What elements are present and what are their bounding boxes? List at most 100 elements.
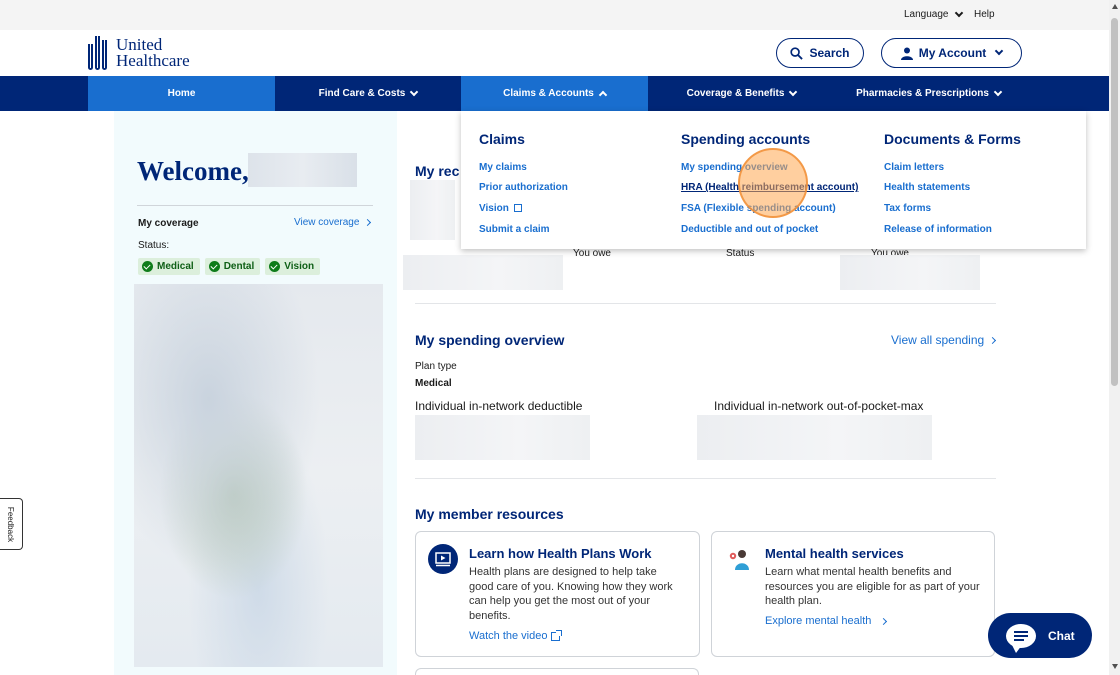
- scroll-up-arrow-icon[interactable]: [1112, 4, 1118, 9]
- nav-find-care-label: Find Care & Costs: [318, 88, 406, 99]
- redacted-claim-block: [410, 180, 455, 240]
- video-icon: [428, 544, 458, 574]
- check-circle-icon: [142, 261, 153, 272]
- dropdown-link-release-info[interactable]: Release of information: [884, 219, 1021, 240]
- card-title: Learn how Health Plans Work: [469, 546, 652, 561]
- chevron-up-icon: [598, 90, 608, 100]
- coverage-sidebar: Welcome, My coverage View coverage Statu…: [114, 111, 397, 675]
- nav-claims-label: Claims & Accounts: [503, 88, 594, 99]
- badge-label: Medical: [157, 261, 194, 272]
- coverage-badges: Medical Dental Vision: [138, 258, 321, 275]
- link-label: Deductible and out of pocket: [681, 223, 819, 235]
- view-all-spending-link[interactable]: View all spending: [891, 333, 997, 347]
- my-coverage-label: My coverage: [138, 218, 199, 229]
- dropdown-column-documents: Documents & Forms Claim letters Health s…: [884, 131, 1021, 239]
- nav-coverage-benefits[interactable]: Coverage & Benefits: [648, 76, 835, 111]
- dropdown-link-claim-letters[interactable]: Claim letters: [884, 157, 1021, 178]
- chevron-down-icon: [995, 46, 1004, 56]
- recent-claims-title: My rec: [415, 163, 460, 179]
- redacted-claim-row-2: [840, 255, 980, 290]
- cursor-highlight: [738, 148, 808, 218]
- language-label: Language: [904, 9, 949, 20]
- uhc-logo-icon: [88, 36, 110, 70]
- link-label: Tax forms: [884, 202, 932, 214]
- logo-line-2: Healthcare: [116, 51, 190, 70]
- dropdown-heading-documents: Documents & Forms: [884, 131, 1021, 147]
- link-label: Vision: [479, 202, 509, 214]
- chat-label: Chat: [1048, 628, 1075, 643]
- claim-status-label: Status: [726, 248, 755, 256]
- search-button[interactable]: Search: [776, 38, 864, 68]
- nav-home-label: Home: [167, 88, 196, 99]
- plan-type-label: Plan type: [415, 361, 457, 372]
- watch-video-label: Watch the video: [469, 630, 548, 642]
- dropdown-column-claims: Claims My claims Prior authorization Vis…: [479, 131, 568, 239]
- page-scrollbar[interactable]: [1109, 0, 1120, 675]
- check-circle-icon: [208, 261, 220, 272]
- chevron-right-icon: [880, 617, 888, 625]
- nav-find-care-costs[interactable]: Find Care & Costs: [275, 76, 461, 111]
- chat-button[interactable]: Chat: [988, 613, 1092, 658]
- chevron-right-icon: [364, 218, 372, 227]
- nav-home[interactable]: Home: [88, 76, 275, 111]
- dropdown-link-health-statements[interactable]: Health statements: [884, 178, 1021, 199]
- redacted-member-name: [248, 153, 357, 187]
- nav-pharmacies-label: Pharmacies & Prescriptions: [856, 88, 989, 99]
- chevron-right-icon: [989, 336, 997, 344]
- utility-bar: Language Help: [0, 0, 1109, 30]
- nav-pharmacies-prescriptions[interactable]: Pharmacies & Prescriptions: [835, 76, 1022, 111]
- resource-card-partial: [415, 668, 699, 675]
- resource-card-mental-health[interactable]: Mental health services Learn what mental…: [711, 531, 995, 657]
- dropdown-link-deductible[interactable]: Deductible and out of pocket: [681, 219, 858, 240]
- my-account-label: My Account: [918, 46, 987, 60]
- nav-coverage-label: Coverage & Benefits: [686, 88, 785, 99]
- dropdown-heading-spending: Spending accounts: [681, 131, 811, 147]
- dropdown-link-my-claims[interactable]: My claims: [479, 157, 568, 178]
- language-menu[interactable]: Language: [904, 8, 963, 20]
- help-link[interactable]: Help: [974, 9, 995, 20]
- mental-health-icon: [724, 544, 754, 574]
- feedback-tab[interactable]: Feedback: [0, 498, 23, 550]
- card-body: Health plans are designed to help take g…: [469, 566, 673, 622]
- my-account-button[interactable]: My Account: [881, 38, 1022, 68]
- badge-label: Vision: [284, 261, 315, 272]
- help-label: Help: [974, 9, 995, 20]
- chevron-down-icon: [954, 8, 963, 17]
- sidebar-divider: [137, 205, 373, 206]
- header: United Healthcare Search My Account: [0, 30, 1109, 76]
- search-label: Search: [809, 46, 850, 60]
- link-label: Claim letters: [884, 161, 945, 173]
- view-coverage-link[interactable]: View coverage: [294, 217, 372, 228]
- scroll-down-arrow-icon[interactable]: [1112, 664, 1118, 669]
- dropdown-link-vision[interactable]: Vision: [479, 198, 568, 219]
- dropdown-link-tax-forms[interactable]: Tax forms: [884, 198, 1021, 219]
- resource-card-health-plans[interactable]: Learn how Health Plans Work Health plans…: [415, 531, 700, 657]
- scrollbar-thumb[interactable]: [1111, 18, 1118, 386]
- view-all-spending-label: View all spending: [891, 333, 985, 347]
- watch-video-link[interactable]: Watch the video: [469, 629, 563, 642]
- member-resources-title: My member resources: [415, 506, 564, 522]
- status-badge-vision: Vision: [265, 258, 321, 275]
- nav-claims-accounts[interactable]: Claims & Accounts: [461, 76, 648, 117]
- link-label: My claims: [479, 161, 527, 173]
- search-icon: [790, 46, 804, 60]
- redacted-plan-details: [134, 284, 383, 667]
- chevron-down-icon: [789, 87, 798, 96]
- external-link-icon: [551, 629, 563, 641]
- welcome-heading: Welcome,: [137, 156, 249, 186]
- feedback-label: Feedback: [6, 506, 16, 542]
- dropdown-link-prior-authorization[interactable]: Prior authorization: [479, 178, 568, 199]
- status-badge-medical: Medical: [138, 258, 200, 275]
- deductible-label: Individual in-network deductible: [415, 399, 583, 413]
- redacted-deductible-value: [415, 415, 590, 460]
- explore-mental-health-link[interactable]: Explore mental health: [765, 615, 888, 627]
- unitedhealthcare-logo[interactable]: United Healthcare: [88, 36, 190, 70]
- explore-mental-health-label: Explore mental health: [765, 615, 872, 627]
- link-label: Submit a claim: [479, 223, 550, 235]
- chat-bubble-icon: [1006, 623, 1036, 653]
- chevron-down-icon: [410, 87, 419, 96]
- link-label: Prior authorization: [479, 182, 568, 194]
- chevron-down-icon: [993, 87, 1003, 96]
- badge-label: Dental: [223, 261, 255, 272]
- dropdown-link-submit-claim[interactable]: Submit a claim: [479, 219, 568, 240]
